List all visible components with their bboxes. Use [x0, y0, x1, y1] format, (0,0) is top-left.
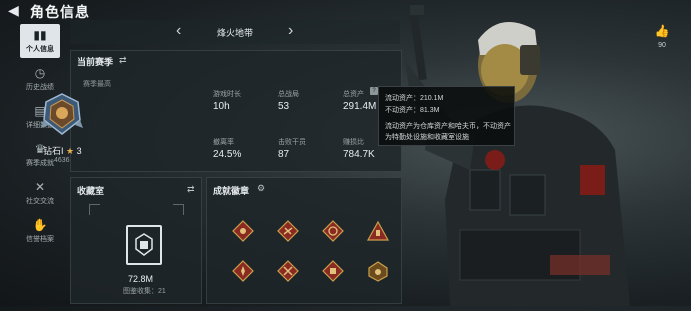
achievement-medal-icon[interactable]: [232, 260, 254, 282]
stat-value: 784.7K: [343, 149, 375, 160]
vault-icon: [126, 225, 162, 265]
sidebar-item-label: 历史战绩: [26, 84, 54, 91]
stat-value: 291.4M: [343, 101, 377, 112]
panel-title: 收藏室: [77, 186, 105, 196]
stat-label: 总资产: [343, 91, 364, 98]
operator-character-image: [400, 0, 691, 306]
fixed-assets: 不动资产：81.3M: [385, 107, 440, 114]
sidebar-item-label: 个人信息: [26, 46, 54, 53]
tools-icon: ✕: [34, 180, 46, 194]
collection-count: 图鉴收集：21: [123, 288, 166, 295]
achievement-medal-icon[interactable]: [322, 220, 344, 242]
stat-value: 53: [278, 101, 290, 112]
sidebar: ▮▮ 个人信息 ◷ 历史战绩 ▤ 详细数据 ♛ 赛季成就 ✕ 社交交流 ✋ 信誉…: [20, 24, 64, 252]
info-icon[interactable]: ?: [370, 87, 378, 95]
clock-icon: ◷: [34, 66, 46, 80]
tooltip-note-line: 为特勤处设施和收藏室设施: [385, 134, 469, 141]
gear-icon[interactable]: ⚙: [257, 183, 265, 194]
panel-title: 当前赛季: [77, 57, 114, 67]
stat-value: 10h: [213, 101, 230, 112]
rank-diamond-emblem-icon: [41, 93, 83, 135]
sidebar-item-label: 信誉档案: [26, 236, 54, 243]
sidebar-item-social[interactable]: ✕ 社交交流: [20, 176, 60, 210]
corner-bracket: [173, 204, 184, 215]
season-selector: ‹ 烽火地带 ›: [70, 20, 400, 44]
stat-label: 撤离率: [213, 139, 234, 146]
stat-label: 总战局: [278, 91, 299, 98]
swap-icon[interactable]: ⇄: [187, 184, 195, 195]
thumbs-up-icon: 👍: [654, 24, 670, 38]
asset-tooltip: 流动资产：210.1M 不动资产：81.3M 流动资产为仓库资产和哈夫币，不动资…: [378, 86, 515, 146]
current-season-panel: 当前赛季 ⇄ 赛季最高 游戏时长 10h 总战局 53 总资产 291.4M 撤…: [70, 50, 402, 172]
season-name: 烽火地带: [216, 28, 253, 38]
stat-label: 击败干员: [278, 139, 306, 146]
page-title: 角色信息: [30, 4, 90, 20]
stat-value: 24.5%: [213, 149, 242, 160]
achievement-medal-icon[interactable]: [367, 220, 389, 242]
handshake-icon: ✋: [32, 218, 48, 232]
swap-icon[interactable]: ⇄: [119, 55, 127, 66]
achievement-medal-icon[interactable]: [277, 220, 299, 242]
achievement-medal-icon[interactable]: [232, 220, 254, 242]
back-arrow-icon[interactable]: ◀: [8, 2, 24, 18]
corner-bracket: [89, 204, 100, 215]
season-best-label: 赛季最高: [83, 81, 111, 88]
tooltip-note-line: 流动资产为仓库资产和哈夫币，不动资产: [385, 123, 511, 130]
bar-chart-icon: ▮▮: [33, 28, 47, 42]
rank-points: 4636: [54, 157, 70, 164]
achievements-panel: 成就徽章 ⚙: [206, 177, 402, 304]
stat-label: 游戏时长: [213, 91, 241, 98]
next-season-chevron-icon[interactable]: ›: [288, 22, 293, 40]
sidebar-item-history[interactable]: ◷ 历史战绩: [20, 62, 60, 96]
sidebar-item-credit[interactable]: ✋ 信誉档案: [20, 214, 60, 248]
stat-value: 87: [278, 149, 290, 160]
sidebar-item-label: 社交交流: [26, 198, 54, 205]
achievement-medal-icon[interactable]: [322, 260, 344, 282]
like-count: 90: [658, 42, 666, 49]
achievement-medal-icon[interactable]: [277, 260, 299, 282]
sidebar-item-profile[interactable]: ▮▮ 个人信息: [20, 24, 60, 58]
stat-label: 赚损比: [343, 139, 364, 146]
liquid-assets: 流动资产：210.1M: [385, 95, 444, 102]
collection-value: 72.8M: [128, 274, 154, 284]
collection-panel[interactable]: 收藏室 ⇄ 72.8M 图鉴收集：21: [70, 177, 202, 304]
panel-title: 成就徽章: [213, 186, 250, 196]
star-icon: ★: [66, 146, 75, 156]
rank-name: 钻石I ★ 3: [43, 146, 82, 156]
like-button[interactable]: 👍 90: [651, 22, 673, 49]
achievement-medal-icon[interactable]: [367, 260, 389, 282]
